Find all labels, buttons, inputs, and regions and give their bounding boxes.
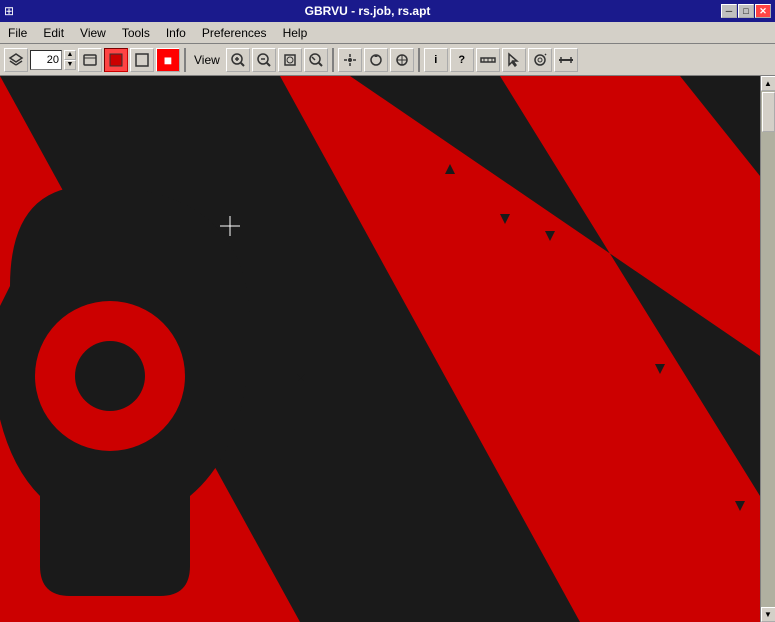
scroll-down-button[interactable]: ▼ bbox=[761, 607, 775, 622]
menu-item-help[interactable]: Help bbox=[275, 24, 316, 42]
separator-2 bbox=[332, 48, 334, 72]
stop-button[interactable]: ■ bbox=[156, 48, 180, 72]
zoom-input[interactable]: 20 bbox=[30, 50, 62, 70]
layer-button[interactable] bbox=[4, 48, 28, 72]
pointer-mode-button[interactable] bbox=[502, 48, 526, 72]
pin-button[interactable] bbox=[554, 48, 578, 72]
menu-item-info[interactable]: Info bbox=[158, 24, 194, 42]
aperture-button[interactable] bbox=[390, 48, 414, 72]
toolbar: 20 ▲ ▼ ■ View i ? bbox=[0, 44, 775, 76]
separator-3 bbox=[418, 48, 420, 72]
separator-1 bbox=[184, 48, 186, 72]
close-button[interactable]: ✕ bbox=[755, 4, 771, 18]
scroll-track[interactable] bbox=[761, 91, 775, 607]
zoom-in-button[interactable] bbox=[226, 48, 250, 72]
vertical-scrollbar: ▲ ▼ bbox=[760, 76, 775, 622]
drill-button[interactable] bbox=[528, 48, 552, 72]
menu-item-edit[interactable]: Edit bbox=[35, 24, 72, 42]
menu-item-view[interactable]: View bbox=[72, 24, 114, 42]
view-label: View bbox=[190, 53, 224, 67]
zoom-down-button[interactable]: ▼ bbox=[64, 60, 76, 70]
menubar: FileEditViewToolsInfoPreferencesHelp bbox=[0, 22, 775, 44]
redraw-button[interactable] bbox=[364, 48, 388, 72]
minimize-button[interactable]: ─ bbox=[721, 4, 737, 18]
zoom-spinner: ▲ ▼ bbox=[64, 50, 76, 70]
menu-item-file[interactable]: File bbox=[0, 24, 35, 42]
canvas-area[interactable]: ▲ ▼ bbox=[0, 76, 775, 622]
zoom-up-button[interactable]: ▲ bbox=[64, 50, 76, 60]
info-label-button[interactable]: i bbox=[424, 48, 448, 72]
titlebar-left: ⊞ bbox=[4, 4, 14, 18]
zoom-prev-button[interactable] bbox=[304, 48, 328, 72]
scroll-thumb[interactable] bbox=[762, 92, 775, 132]
app-icon: ⊞ bbox=[4, 4, 14, 18]
measure-button[interactable] bbox=[476, 48, 500, 72]
fill-button[interactable] bbox=[104, 48, 128, 72]
layers-button[interactable] bbox=[78, 48, 102, 72]
pan-button[interactable] bbox=[338, 48, 362, 72]
menu-item-preferences[interactable]: Preferences bbox=[194, 24, 275, 42]
pcb-canvas bbox=[0, 76, 760, 622]
titlebar: ⊞ GBRVU - rs.job, rs.apt ─ □ ✕ bbox=[0, 0, 775, 22]
titlebar-title: GBRVU - rs.job, rs.apt bbox=[14, 4, 721, 18]
zoom-fit-button[interactable] bbox=[278, 48, 302, 72]
outline-button[interactable] bbox=[130, 48, 154, 72]
zoom-out-button[interactable] bbox=[252, 48, 276, 72]
maximize-button[interactable]: □ bbox=[738, 4, 754, 18]
menu-item-tools[interactable]: Tools bbox=[114, 24, 158, 42]
help-button[interactable]: ? bbox=[450, 48, 474, 72]
titlebar-controls: ─ □ ✕ bbox=[721, 4, 771, 18]
scroll-up-button[interactable]: ▲ bbox=[761, 76, 775, 91]
